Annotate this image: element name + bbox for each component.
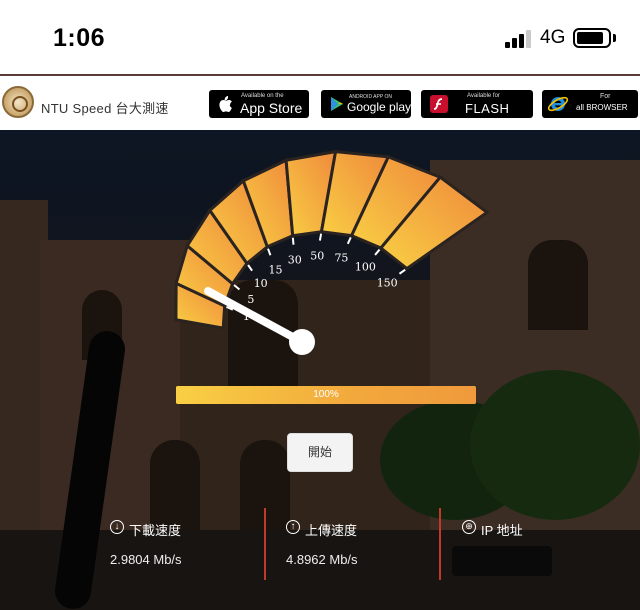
status-bar: 1:06 4G bbox=[0, 0, 640, 74]
globe-icon: ⊕ bbox=[462, 520, 476, 534]
gauge-tick-label: 10 bbox=[254, 277, 268, 290]
ie-icon bbox=[546, 93, 570, 115]
gauge-tick bbox=[346, 237, 352, 245]
progress-bar: 100% bbox=[176, 386, 476, 404]
network-type: 4G bbox=[540, 27, 566, 48]
app-store-label: App Store bbox=[240, 100, 303, 116]
battery-icon bbox=[573, 28, 611, 48]
flash-small: Available for bbox=[467, 93, 500, 99]
ip-value-redacted bbox=[452, 546, 552, 576]
gauge-tick bbox=[291, 237, 295, 245]
site-header: NTU Speed 台大測速 Available on the App Stor… bbox=[0, 76, 640, 130]
start-button[interactable]: 開始 bbox=[287, 433, 353, 472]
gauge-tick bbox=[267, 248, 272, 256]
download-label: 下載速度 bbox=[129, 523, 182, 538]
gauge-tick-label: 50 bbox=[310, 249, 324, 262]
browser-label: all BROWSER bbox=[576, 103, 628, 112]
upload-icon: ↑ bbox=[286, 520, 300, 534]
download-icon: ↓ bbox=[110, 520, 124, 534]
cellular-signal-icon bbox=[505, 30, 535, 48]
gauge-tick-label: 150 bbox=[377, 276, 398, 289]
gauge-tick bbox=[247, 264, 253, 272]
app-store-small: Available on the bbox=[241, 93, 284, 99]
flash-badge[interactable]: Available for FLASH bbox=[421, 90, 533, 118]
gauge-tick bbox=[398, 268, 406, 275]
gauge-tick-label: 75 bbox=[334, 251, 348, 264]
app-store-badge[interactable]: Available on the App Store bbox=[209, 90, 309, 118]
google-play-badge[interactable]: ANDROID APP ON Google play bbox=[321, 90, 411, 118]
upload-value: 4.8962 Mb/s bbox=[286, 552, 358, 567]
download-value: 2.9804 Mb/s bbox=[110, 552, 182, 567]
play-icon bbox=[327, 94, 347, 114]
upload-label: 上傳速度 bbox=[305, 523, 358, 538]
battery-cap bbox=[613, 34, 616, 42]
gauge-tick-label: 5 bbox=[247, 293, 254, 306]
site-title[interactable]: NTU Speed 台大測速 bbox=[41, 98, 169, 117]
status-time: 1:06 bbox=[53, 24, 106, 52]
stat-divider bbox=[439, 508, 441, 580]
browser-small: For bbox=[600, 93, 611, 100]
google-play-label: Google play bbox=[347, 100, 412, 114]
apple-icon bbox=[215, 94, 235, 114]
ip-label: IP 地址 bbox=[481, 523, 523, 538]
gauge-labels: 15101530 50 75100150 bbox=[243, 249, 398, 323]
gauge-tick-label: 15 bbox=[269, 263, 283, 276]
progress-text: 100% bbox=[313, 389, 339, 400]
gauge-tick-label: 100 bbox=[355, 260, 376, 273]
gauge-tick bbox=[374, 248, 381, 256]
speed-test-stage: 1 5 10 15 30 50 75 100 150 100% 開始 ↓ 下載速度 2.9804… bbox=[0, 130, 640, 610]
gauge-tick-label: 30 bbox=[288, 254, 302, 267]
stat-divider bbox=[264, 508, 266, 580]
gauge-hub bbox=[289, 329, 315, 355]
gauge-tick bbox=[233, 284, 241, 291]
flash-label: FLASH bbox=[465, 101, 510, 116]
flash-icon bbox=[429, 94, 449, 114]
ntu-logo[interactable] bbox=[2, 86, 34, 118]
gauge-tick bbox=[318, 233, 323, 241]
browser-badge[interactable]: For all BROWSER bbox=[542, 90, 638, 118]
